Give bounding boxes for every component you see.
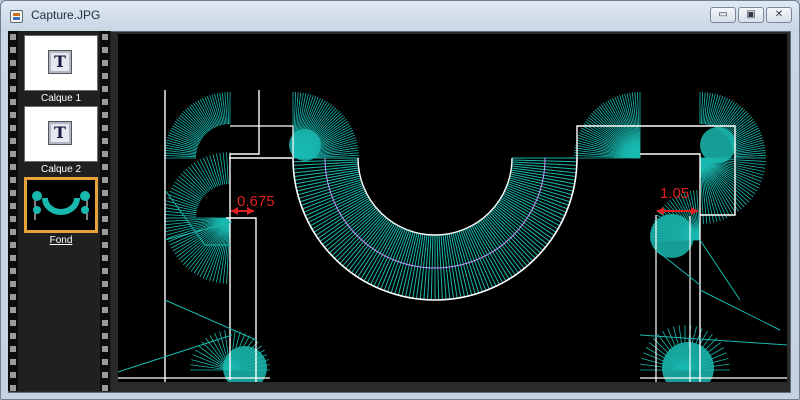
layer-thumbnail[interactable]: T <box>24 35 98 91</box>
layer-item-calque-2[interactable]: T Calque 2 <box>24 106 98 175</box>
minimize-button[interactable]: ▭ <box>710 7 736 23</box>
background-thumbnail-preview <box>27 180 95 230</box>
layer-label: Calque 2 <box>40 164 82 175</box>
close-button[interactable]: ✕ <box>766 7 792 23</box>
cad-drawing: 0.675 1.05 <box>118 90 787 382</box>
layer-label: Fond <box>49 235 73 246</box>
layers-panel: T Calque 1 T Calque 2 Fond <box>8 31 111 391</box>
hatch-lines <box>164 92 766 382</box>
layer-thumbnail[interactable]: T <box>24 106 98 162</box>
window-title: Capture.JPG <box>31 8 101 22</box>
text-layer-icon: T <box>48 50 72 74</box>
dimension-label-right: 1.05 <box>660 185 689 202</box>
layer-thumbnail-selected[interactable] <box>24 177 98 233</box>
text-layer-icon: T <box>48 121 72 145</box>
layer-item-fond[interactable]: Fond <box>24 177 98 246</box>
dimension-annotations: 0.675 1.05 <box>231 185 698 215</box>
title-bar[interactable]: Capture.JPG ▭ ▣ ✕ <box>1 1 799 31</box>
layer-item-calque-1[interactable]: T Calque 1 <box>24 35 98 104</box>
filmstrip-border-right <box>100 31 110 391</box>
filmstrip-border-left <box>8 31 18 391</box>
drawing-canvas[interactable]: 0.675 1.05 <box>118 34 787 382</box>
layer-label: Calque 1 <box>40 93 82 104</box>
app-image-icon <box>10 10 23 23</box>
dimension-label-left: 0.675 <box>237 193 275 210</box>
maximize-button[interactable]: ▣ <box>738 7 764 23</box>
